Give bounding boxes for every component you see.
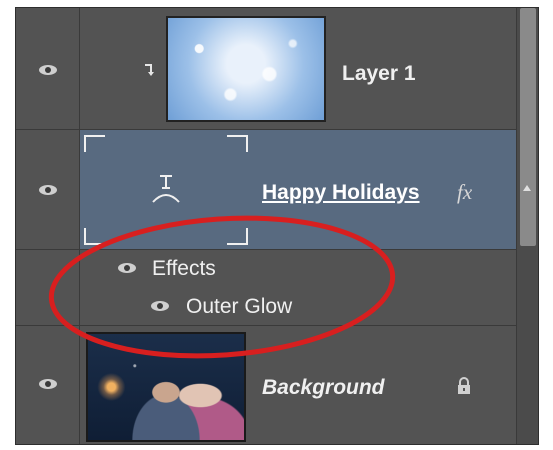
text-layer-icon bbox=[152, 175, 180, 203]
layer-name[interactable]: Background bbox=[262, 376, 385, 400]
effects-label[interactable]: Effects bbox=[152, 257, 216, 281]
visibility-column bbox=[16, 130, 80, 249]
visibility-column bbox=[16, 250, 80, 286]
layer-row-background[interactable]: Background bbox=[16, 326, 538, 444]
eye-icon[interactable] bbox=[38, 184, 58, 196]
visibility-column bbox=[16, 8, 80, 129]
layer-row-happy-holidays[interactable]: Happy Holidays fx bbox=[16, 130, 538, 250]
background-thumbnail[interactable] bbox=[86, 332, 246, 442]
text-layer-thumbnail[interactable] bbox=[83, 134, 249, 246]
fx-icon[interactable]: fx bbox=[457, 180, 472, 205]
layer-name[interactable]: Happy Holidays bbox=[262, 181, 420, 205]
scroll-up-arrow-icon[interactable] bbox=[522, 184, 532, 192]
eye-icon[interactable] bbox=[38, 378, 58, 390]
layers-panel: Layer 1 Happy Holidays fx Effects Outer … bbox=[15, 7, 539, 445]
layer-name[interactable]: Layer 1 bbox=[342, 62, 416, 86]
effects-row[interactable]: Effects bbox=[16, 250, 538, 286]
scrollbar-thumb[interactable] bbox=[520, 8, 536, 246]
outer-glow-label[interactable]: Outer Glow bbox=[186, 295, 292, 319]
eye-icon[interactable] bbox=[117, 262, 137, 274]
visibility-column bbox=[16, 286, 80, 325]
scrollbar[interactable] bbox=[516, 8, 538, 444]
eye-icon[interactable] bbox=[38, 64, 58, 76]
lock-icon[interactable] bbox=[456, 376, 472, 396]
eye-icon[interactable] bbox=[150, 300, 170, 312]
clipping-arrow-icon bbox=[145, 64, 154, 76]
visibility-column bbox=[16, 326, 80, 444]
layer1-thumbnail[interactable] bbox=[166, 16, 326, 122]
layer-row-layer1[interactable]: Layer 1 bbox=[16, 8, 538, 130]
outer-glow-row[interactable]: Outer Glow bbox=[16, 286, 538, 326]
